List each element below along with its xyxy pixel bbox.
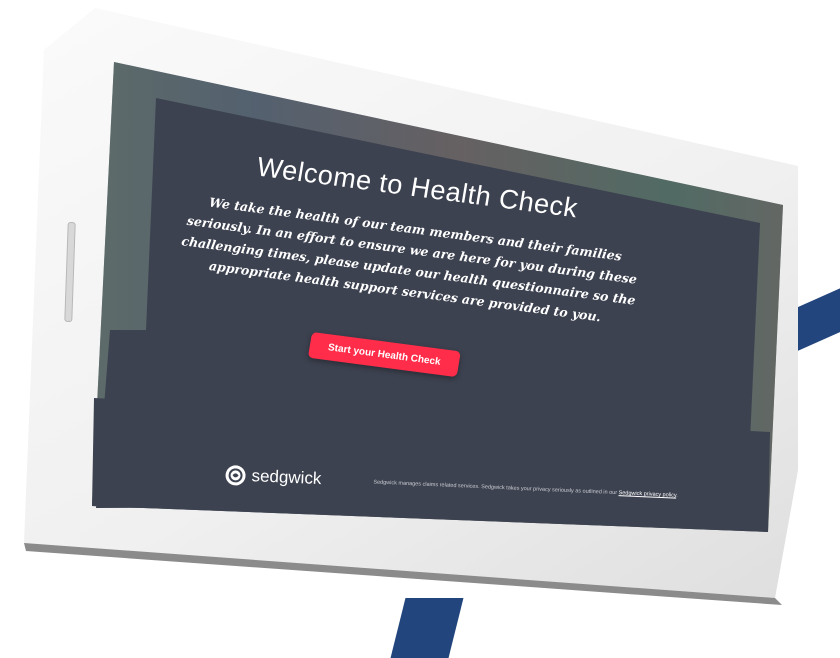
- brand: sedgwick: [225, 465, 322, 489]
- start-health-check-button[interactable]: Start your Health Check: [307, 331, 461, 378]
- tablet-device: Welcome to Health Check We take the heal…: [0, 0, 840, 637]
- privacy-notice-text: Sedgwick manages claims related services…: [373, 479, 619, 497]
- sedgwick-logo-icon: [225, 465, 246, 486]
- welcome-content: Welcome to Health Check We take the heal…: [103, 140, 728, 628]
- privacy-policy-link[interactable]: Sedgwick privacy policy: [618, 490, 676, 499]
- brand-name: sedgwick: [251, 466, 322, 489]
- privacy-notice-end: .: [676, 492, 678, 499]
